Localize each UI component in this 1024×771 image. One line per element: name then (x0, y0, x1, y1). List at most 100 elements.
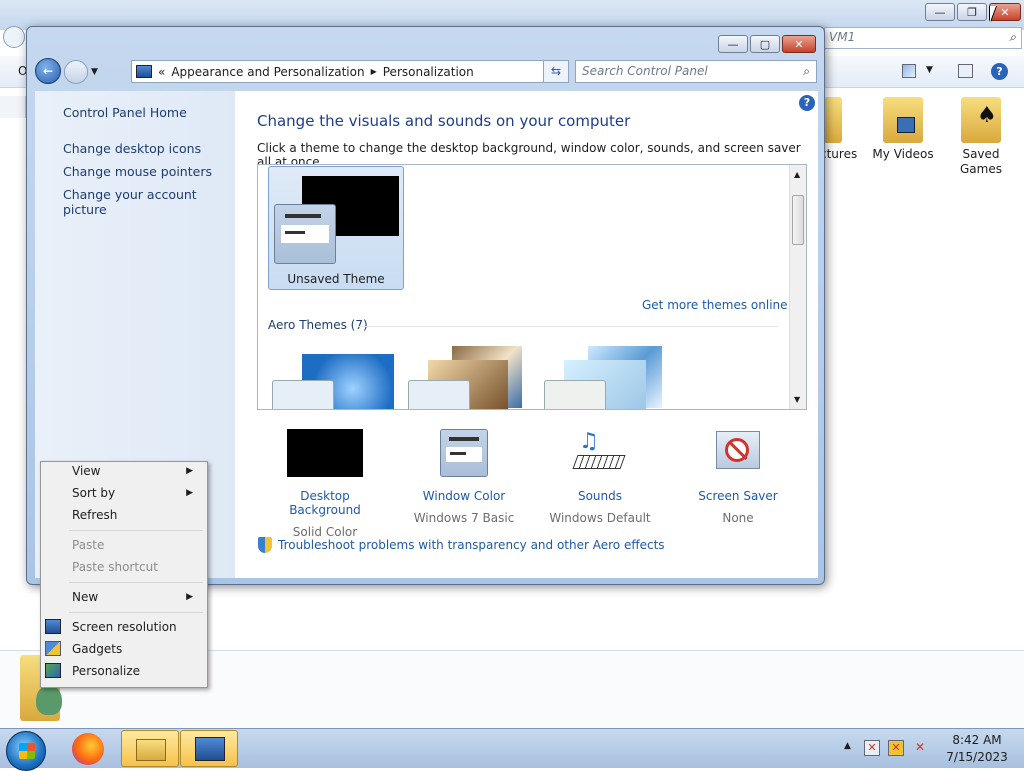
back-icon[interactable] (3, 26, 25, 48)
control-panel-home-link[interactable]: Control Panel Home (63, 105, 187, 120)
shield-icon (258, 537, 272, 553)
scroll-up-icon[interactable]: ▲ (794, 170, 800, 179)
menu-item-personalize[interactable]: Personalize (41, 660, 207, 682)
help-icon[interactable]: ? (991, 63, 1008, 80)
screen-saver-icon (712, 429, 764, 477)
change-account-picture-link[interactable]: Change your account picture (63, 187, 235, 217)
menu-separator (69, 530, 203, 531)
windows-7-theme-tile[interactable] (272, 352, 394, 409)
theme-preview-window (274, 204, 336, 264)
desktop-context-menu: View ▶ Sort by ▶ Refresh Paste Paste short… (40, 461, 208, 688)
folder-label: Saved Games (960, 147, 1002, 176)
breadcrumb-separator-icon[interactable]: ▶ (371, 67, 377, 76)
theme-list: Unsaved Theme Get more themes online Aer… (257, 164, 807, 410)
control-panel-icon (136, 65, 152, 78)
menu-item-screen-resolution[interactable]: Screen resolution (41, 616, 207, 638)
menu-item-paste-shortcut: Paste shortcut (72, 560, 158, 574)
view-options-icon[interactable] (902, 64, 916, 78)
monitor-icon (45, 619, 61, 634)
desktop-background-value: Solid Color (292, 525, 358, 539)
preview-pane-icon[interactable] (958, 64, 973, 78)
unsaved-theme-label: Unsaved Theme (287, 272, 385, 286)
characters-theme-tile[interactable] (544, 346, 666, 409)
breadcrumb-personalization[interactable]: Personalization (383, 65, 474, 79)
nav-pane-edge (0, 96, 26, 118)
search-control-panel-input[interactable]: Search Control Panel ⌕ (575, 60, 817, 83)
clock[interactable]: 8:42 AM 7/15/2023 (936, 733, 1018, 764)
folder-my-videos[interactable]: My Videos (868, 97, 938, 161)
system-tray: ▲ ✕ ✕ ✕ 8:42 AM 7/15/2023 (844, 729, 1024, 769)
unsaved-theme-tile[interactable]: Unsaved Theme (268, 166, 404, 290)
firefox-icon[interactable] (72, 733, 104, 765)
menu-item-sort-by[interactable]: Sort by ▶ (41, 482, 207, 504)
chevron-down-icon[interactable]: ▼ (926, 65, 933, 75)
address-bar[interactable]: « Appearance and Personalization ▶ Perso… (131, 60, 569, 83)
sounds-icon: ♫ (572, 429, 627, 477)
breadcrumb-appearance[interactable]: Appearance and Personalization (171, 65, 364, 79)
get-more-themes-link[interactable]: Get more themes online (642, 298, 788, 312)
explorer-folder-icon (136, 739, 166, 761)
control-panel-icon (195, 737, 225, 761)
sounds-link[interactable]: Sounds (545, 489, 655, 503)
menu-separator (69, 612, 203, 613)
recent-pages-chevron-icon[interactable]: ▼ (91, 67, 98, 77)
desktop-background-icon (287, 429, 363, 477)
change-mouse-pointers-link[interactable]: Change mouse pointers (63, 164, 212, 179)
folder-saved-games[interactable]: ♠ Saved Games (946, 97, 1016, 177)
help-icon[interactable]: ? (799, 95, 815, 111)
desktop-background-link[interactable]: Desktop Background (265, 489, 385, 517)
background-search-input[interactable]: VM1 ⌕ (824, 27, 1022, 49)
scrollbar-thumb[interactable] (792, 195, 804, 245)
troubleshoot-aero-link[interactable]: Troubleshoot problems with transparency … (278, 538, 665, 552)
minimize-button[interactable]: — (925, 3, 955, 21)
folder-icon (822, 97, 842, 143)
change-desktop-icons-link[interactable]: Change desktop icons (63, 141, 201, 156)
screen-saver-link[interactable]: Screen Saver (683, 489, 793, 503)
menu-item-new[interactable]: New ▶ (41, 586, 207, 608)
restore-button[interactable]: ❐ (957, 3, 987, 21)
folder-video-icon (883, 97, 923, 143)
window-color-value: Windows 7 Basic (413, 511, 515, 525)
cp-maximize-button[interactable]: ▢ (750, 35, 780, 53)
page-title: Change the visuals and sounds on your co… (257, 112, 631, 130)
menu-item-refresh[interactable]: Refresh (41, 504, 207, 526)
breadcrumb-overflow[interactable]: « (158, 65, 165, 79)
cp-minimize-button[interactable]: — (718, 35, 748, 53)
screen-saver-value: None (722, 511, 754, 525)
window-color-setting[interactable]: Window Color Windows 7 Basic (409, 429, 519, 525)
network-icon[interactable]: ✕ (888, 740, 904, 756)
submenu-arrow-icon: ▶ (186, 592, 193, 602)
windows-logo-icon (19, 743, 35, 759)
taskbar: ▲ ✕ ✕ ✕ 8:42 AM 7/15/2023 (0, 728, 1024, 771)
forward-button[interactable] (64, 60, 88, 84)
theme-list-scrollbar[interactable]: ▲ ▼ (789, 165, 806, 409)
window-color-icon (440, 429, 488, 477)
architecture-theme-tile[interactable] (408, 346, 530, 409)
clock-time: 8:42 AM (952, 733, 1002, 747)
screen-saver-setting[interactable]: Screen Saver None (683, 429, 793, 525)
back-button[interactable]: ← (35, 58, 61, 84)
folder-label: My Videos (872, 147, 934, 161)
gadgets-icon (45, 641, 61, 656)
sounds-setting[interactable]: ♫ Sounds Windows Default (545, 429, 655, 525)
start-button[interactable] (6, 731, 46, 771)
menu-item-paste: Paste (72, 538, 105, 552)
menu-separator (69, 582, 203, 583)
sounds-value: Windows Default (549, 511, 651, 525)
action-center-icon[interactable]: ✕ (864, 740, 880, 756)
cp-close-button[interactable]: ✕ (782, 35, 816, 53)
group-divider (358, 326, 778, 327)
menu-item-gadgets[interactable]: Gadgets (41, 638, 207, 660)
volume-muted-icon[interactable]: ✕ (912, 740, 928, 756)
show-hidden-icons-icon[interactable]: ▲ (844, 741, 851, 751)
window-color-link[interactable]: Window Color (409, 489, 519, 503)
clock-date: 7/15/2023 (946, 750, 1008, 764)
taskbar-control-panel-button[interactable] (180, 730, 238, 767)
menu-item-view[interactable]: View ▶ (41, 460, 207, 482)
scroll-down-icon[interactable]: ▼ (794, 395, 800, 404)
taskbar-explorer-button[interactable] (121, 730, 179, 767)
folder-games-icon: ♠ (961, 97, 1001, 143)
personalize-icon (45, 663, 61, 678)
desktop-background-setting[interactable]: Desktop Background Solid Color (265, 429, 385, 539)
refresh-icon[interactable]: ⇆ (543, 60, 569, 83)
